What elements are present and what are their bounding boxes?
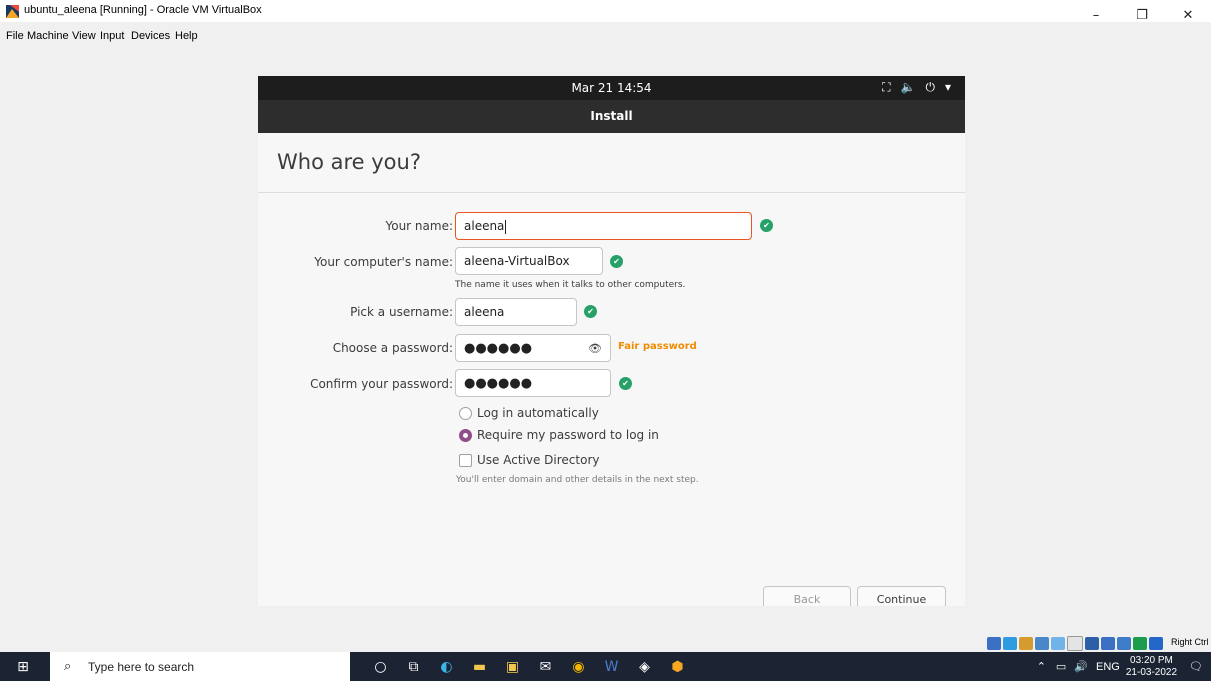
recording-icon[interactable] xyxy=(1101,636,1115,650)
menu-devices[interactable]: Devices xyxy=(131,30,170,42)
installer-title: Install xyxy=(590,109,633,123)
system-tray-host: ⌃ ▭ 🔊 ENG 03:20 PM 21-03-2022 🗨 xyxy=(1037,652,1211,681)
page-title: Who are you? xyxy=(277,150,421,174)
window-controls: – ❐ ✕ xyxy=(1073,0,1211,30)
username-input[interactable]: aleena xyxy=(455,298,577,326)
confirm-password-input[interactable]: ●●●●●● xyxy=(455,369,611,397)
display-icon[interactable] xyxy=(1085,636,1099,650)
minimize-button[interactable]: – xyxy=(1073,0,1119,30)
username-label: Pick a username: xyxy=(350,305,453,319)
vt-icon[interactable] xyxy=(1117,636,1131,650)
mouse-integration-icon[interactable] xyxy=(1133,636,1147,650)
menu-machine[interactable]: Machine xyxy=(27,30,69,42)
windows-start-icon[interactable]: ⊞ xyxy=(8,652,38,681)
password-value: ●●●●●● xyxy=(464,341,533,356)
restore-button[interactable]: ❐ xyxy=(1119,0,1165,30)
host-date: 21-03-2022 xyxy=(1125,666,1178,678)
computer-name-hint: The name it uses when it talks to other … xyxy=(455,280,686,290)
password-label: Choose a password: xyxy=(332,341,453,355)
vpn-icon[interactable]: ◈ xyxy=(628,652,661,681)
system-tray[interactable]: ⛶ 🔈 ⏻ ▾ xyxy=(882,80,951,95)
confirm-password-value: ●●●●●● xyxy=(464,376,533,391)
shared-folders-icon[interactable] xyxy=(1067,635,1083,651)
active-directory-hint: You'll enter domain and other details in… xyxy=(456,475,699,485)
file-explorer-icon[interactable]: ▬ xyxy=(463,652,496,681)
search-placeholder: Type here to search xyxy=(88,660,195,674)
notification-icon[interactable]: 🗨 xyxy=(1189,660,1203,673)
vm-status-bar xyxy=(987,635,1163,651)
ubuntu-top-bar: Mar 21 14:54 ⛶ 🔈 ⏻ ▾ xyxy=(258,76,965,100)
taskbar-search[interactable]: ⌕ Type here to search xyxy=(50,652,350,681)
password-strength: Fair password xyxy=(618,341,697,352)
store-icon[interactable]: ▣ xyxy=(496,652,529,681)
active-directory-label[interactable]: Use Active Directory xyxy=(477,453,599,467)
usb-icon[interactable] xyxy=(1051,636,1065,650)
menu-help[interactable]: Help xyxy=(175,30,198,42)
computer-name-label: Your computer's name: xyxy=(314,255,453,269)
optical-drive-icon[interactable] xyxy=(1003,636,1017,650)
volume-icon[interactable]: 🔈 xyxy=(901,80,916,95)
require-password-radio[interactable] xyxy=(459,429,472,442)
name-input[interactable]: aleena xyxy=(455,212,752,240)
name-valid-icon: ✔ xyxy=(760,219,773,232)
taskbar-apps: ○ ⧉ ◐ ▬ ▣ ✉ ◉ W ◈ ⬢ xyxy=(364,652,694,681)
guest-screen[interactable]: Mar 21 14:54 ⛶ 🔈 ⏻ ▾ Install Who are you… xyxy=(258,76,965,606)
close-button[interactable]: ✕ xyxy=(1165,0,1211,30)
host-key-label: Right Ctrl xyxy=(1171,637,1209,647)
username-valid-icon: ✔ xyxy=(584,305,597,318)
mail-icon[interactable]: ✉ xyxy=(529,652,562,681)
continue-button[interactable]: Continue xyxy=(857,586,946,606)
installer-headerbar: Install xyxy=(258,100,965,133)
confirm-password-label: Confirm your password: xyxy=(310,377,453,391)
chrome-icon[interactable]: ◉ xyxy=(562,652,595,681)
network-adapter-icon[interactable] xyxy=(1035,636,1049,650)
active-directory-checkbox[interactable] xyxy=(459,454,472,467)
window-titlebar: ubuntu_aleena [Running] - Oracle VM Virt… xyxy=(0,0,1211,22)
keyboard-icon[interactable] xyxy=(1149,636,1163,650)
back-button[interactable]: Back xyxy=(763,586,851,606)
password-input[interactable]: ●●●●●● 👁 xyxy=(455,334,611,362)
menu-file[interactable]: File xyxy=(6,30,24,42)
chevron-down-icon[interactable]: ▾ xyxy=(945,80,951,95)
edge-icon[interactable]: ◐ xyxy=(430,652,463,681)
name-label: Your name: xyxy=(385,219,453,233)
show-password-icon[interactable]: 👁 xyxy=(588,342,602,355)
host-clock[interactable]: 03:20 PM 21-03-2022 xyxy=(1126,655,1177,679)
power-icon[interactable]: ⏻ xyxy=(925,80,935,95)
computer-name-valid-icon: ✔ xyxy=(610,255,623,268)
auto-login-label[interactable]: Log in automatically xyxy=(477,406,599,420)
confirm-password-valid-icon: ✔ xyxy=(619,377,632,390)
taskbar: ⊞ ⌕ Type here to search ○ ⧉ ◐ ▬ ▣ ✉ ◉ W … xyxy=(0,652,1211,681)
auto-login-radio[interactable] xyxy=(459,407,472,420)
window-title: ubuntu_aleena [Running] - Oracle VM Virt… xyxy=(24,4,262,16)
text-caret xyxy=(505,219,507,234)
network-tray-icon[interactable]: ▭ xyxy=(1056,660,1066,673)
computer-name-value: aleena-VirtualBox xyxy=(464,254,570,268)
menubar: File Machine View Input Devices Help xyxy=(0,30,400,46)
language-indicator[interactable]: ENG xyxy=(1096,661,1120,673)
username-value: aleena xyxy=(464,305,505,319)
require-password-label[interactable]: Require my password to log in xyxy=(477,428,659,442)
hard-disk-icon[interactable] xyxy=(987,636,1001,650)
search-icon: ⌕ xyxy=(64,658,72,673)
show-hidden-icons-icon[interactable]: ⌃ xyxy=(1037,660,1046,673)
word-icon[interactable]: W xyxy=(595,652,628,681)
audio-icon[interactable] xyxy=(1019,636,1033,650)
divider xyxy=(258,192,965,193)
host-time: 03:20 PM xyxy=(1130,654,1173,666)
volume-tray-icon[interactable]: 🔊 xyxy=(1074,660,1088,673)
menu-view[interactable]: View xyxy=(72,30,96,42)
task-view-icon[interactable]: ⧉ xyxy=(397,652,430,681)
guest-clock[interactable]: Mar 21 14:54 xyxy=(258,81,965,95)
computer-name-input[interactable]: aleena-VirtualBox xyxy=(455,247,603,275)
name-value: aleena xyxy=(464,219,505,233)
virtualbox-taskbar-icon[interactable]: ⬢ xyxy=(661,652,694,681)
cortana-icon[interactable]: ○ xyxy=(364,652,397,681)
network-icon[interactable]: ⛶ xyxy=(882,80,890,95)
menu-input[interactable]: Input xyxy=(100,30,124,42)
virtualbox-logo-icon xyxy=(6,5,19,18)
